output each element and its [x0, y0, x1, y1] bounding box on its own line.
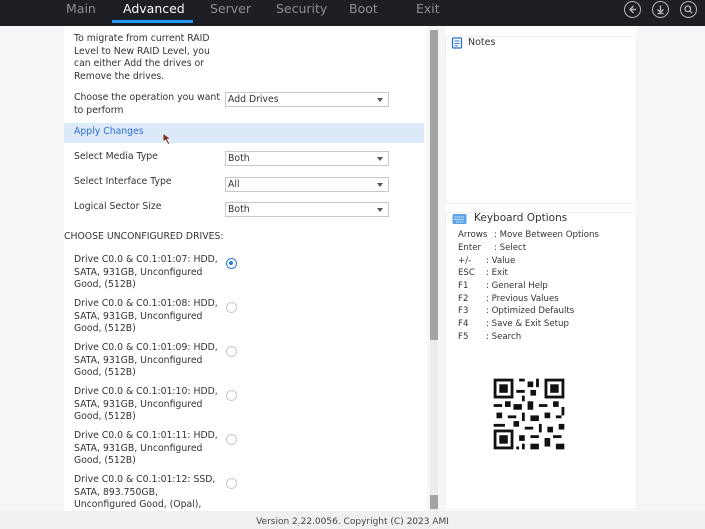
drive-radio[interactable] — [226, 346, 237, 357]
drive-radio[interactable] — [226, 478, 237, 489]
mouse-cursor-icon — [162, 132, 173, 146]
key-desc: : Previous Values — [486, 294, 559, 304]
interface-type-select[interactable]: All — [225, 177, 389, 192]
key-name: F5 — [458, 332, 469, 342]
right-margin — [637, 26, 705, 511]
media-type-select[interactable]: Both — [225, 151, 389, 166]
download-icon[interactable] — [652, 1, 669, 18]
drive-item: Drive C0.0 & C0.1:01:10: HDD, SATA, 931GB… — [74, 386, 218, 423]
key-desc: : General Help — [486, 281, 548, 291]
key-desc: : Select — [494, 243, 527, 253]
drive-item: Drive C0.0 & C0.1:01:09: HDD, SATA, 931GB… — [74, 342, 218, 379]
active-tab-indicator — [112, 20, 193, 23]
drive-radio[interactable] — [226, 390, 237, 401]
version-text: Version 2.22.0056. Copyright (C) 2023 AM… — [256, 517, 449, 527]
key-name: Enter — [458, 243, 482, 253]
drives-heading: CHOOSE UNCONFIGURED DRIVES: — [64, 231, 224, 242]
drive-item: Drive C0.0 & C0.1:01:08: HDD, SATA, 931GB… — [74, 298, 218, 335]
drive-item: Drive C0.0 & C0.1:01:07: HDD, SATA, 931GB… — [74, 254, 218, 291]
back-arrow-icon[interactable] — [624, 1, 641, 18]
operation-label: Choose the operation you want to perform — [74, 92, 220, 116]
key-desc: : Value — [486, 256, 516, 266]
tab-main[interactable]: Main — [66, 0, 96, 26]
tab-server[interactable]: Server — [210, 0, 251, 26]
operation-select[interactable]: Add Drives — [225, 92, 389, 107]
raid-migration-panel: To migrate from current RAID Level to Ne… — [64, 26, 427, 511]
chevron-down-icon — [377, 183, 383, 187]
footer: Version 2.22.0056. Copyright (C) 2023 AM… — [0, 511, 705, 529]
key-desc: : Save & Exit Setup — [486, 319, 569, 329]
chevron-down-icon — [377, 98, 383, 102]
drive-item: Drive C0.0 & C0.1:01:12: SSD, SATA, 893.7… — [74, 474, 216, 511]
keyboard-options-panel: Keyboard Options Arrows : Move Between O… — [445, 212, 637, 510]
key-name: F2 — [458, 294, 469, 304]
sector-size-label: Logical Sector Size — [74, 201, 162, 212]
drive-radio-selected[interactable] — [226, 258, 237, 269]
scrollbar-thumb[interactable] — [430, 30, 438, 340]
apply-changes-button[interactable]: Apply Changes — [64, 123, 424, 143]
interface-type-label: Select Interface Type — [74, 176, 172, 187]
chevron-down-icon — [377, 208, 383, 212]
keyboard-icon — [452, 214, 467, 224]
key-desc: : Move Between Options — [494, 230, 599, 240]
key-desc: : Optimized Defaults — [486, 306, 575, 316]
top-menu-bar: Main Advanced Server Security Boot Exit — [0, 0, 705, 26]
keyboard-options-title: Keyboard Options — [474, 212, 568, 224]
key-name: Arrows — [458, 230, 488, 240]
key-name: +/- — [458, 256, 472, 266]
scrollbar-thumb-bottom[interactable] — [430, 495, 438, 509]
drive-item: Drive C0.0 & C0.1:01:11: HDD, SATA, 931GB… — [74, 430, 218, 467]
media-type-label: Select Media Type — [74, 151, 158, 162]
key-name: F1 — [458, 281, 469, 291]
notes-panel: Notes — [445, 36, 637, 204]
qr-code-icon — [488, 373, 570, 455]
key-desc: : Search — [486, 332, 522, 342]
tab-boot[interactable]: Boot — [349, 0, 378, 26]
key-name: F4 — [458, 319, 469, 329]
key-name: F3 — [458, 306, 469, 316]
key-name: ESC — [458, 268, 475, 278]
tab-exit[interactable]: Exit — [416, 0, 440, 26]
chevron-down-icon — [377, 157, 383, 161]
sector-size-select[interactable]: Both — [225, 202, 389, 217]
search-icon[interactable] — [680, 1, 697, 18]
tab-security[interactable]: Security — [276, 0, 327, 26]
notes-icon — [451, 37, 463, 49]
notes-title: Notes — [468, 37, 496, 48]
left-margin — [0, 26, 64, 511]
intro-text: To migrate from current RAID Level to Ne… — [74, 33, 210, 82]
drive-radio[interactable] — [226, 302, 237, 313]
key-desc: : Exit — [486, 268, 508, 278]
drive-radio[interactable] — [226, 434, 237, 445]
